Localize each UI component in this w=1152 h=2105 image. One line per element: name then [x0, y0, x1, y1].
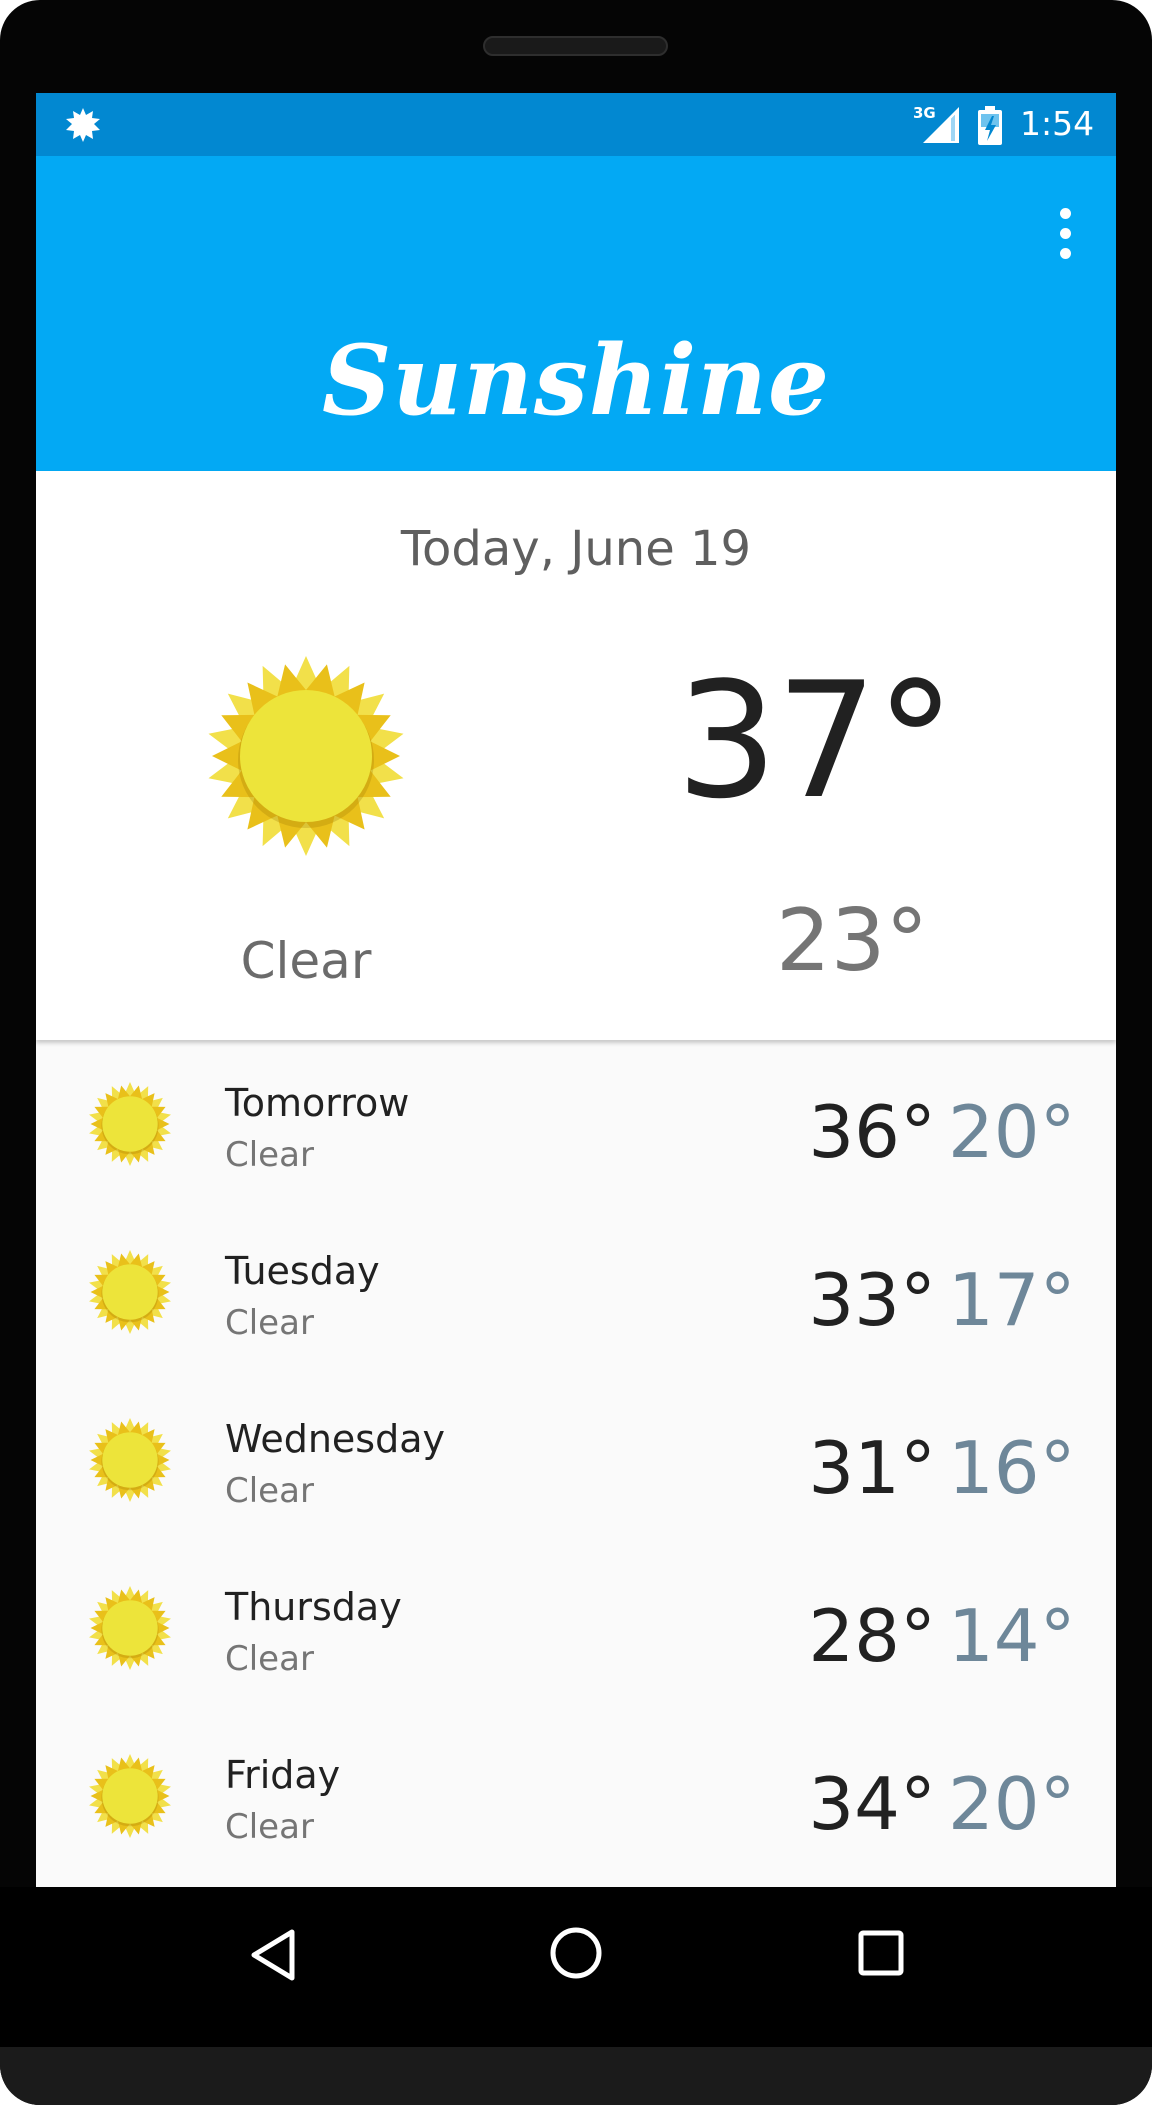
signal-icon	[923, 107, 959, 143]
sun-icon	[89, 1082, 171, 1166]
forecast-list: Tomorrow Clear 36° 20° Tuesday Clear 33°…	[36, 1040, 1116, 1887]
navigation-bar	[0, 1887, 1152, 2047]
app-logo: Sunshine	[321, 324, 831, 437]
phone-bottom-edge	[0, 2047, 1152, 2105]
clock: 1:54	[1020, 104, 1095, 143]
screen: 3G 1:54 Sunshine Today, June 19 Clear 37…	[36, 93, 1116, 1887]
forecast-day: Tomorrow	[225, 1081, 410, 1125]
sun-notification-icon	[66, 108, 100, 142]
forecast-row[interactable]: Friday Clear 34° 20°	[36, 1712, 1116, 1880]
forecast-day: Friday	[225, 1753, 341, 1797]
today-date: Today, June 19	[400, 521, 752, 577]
today-high-temp: 37°	[676, 647, 956, 834]
today-condition: Clear	[240, 932, 372, 990]
forecast-condition: Clear	[225, 1639, 314, 1679]
today-low-temp: 23°	[776, 891, 929, 991]
forecast-high-temp: 34°	[808, 1762, 936, 1846]
forecast-day: Tuesday	[225, 1249, 380, 1293]
sun-icon	[89, 1418, 171, 1502]
today-panel[interactable]: Today, June 19 Clear 37° 23°	[36, 471, 1116, 1040]
forecast-condition: Clear	[225, 1471, 314, 1511]
forecast-row[interactable]: Wednesday Clear 31° 16°	[36, 1376, 1116, 1544]
forecast-day: Wednesday	[225, 1417, 446, 1461]
back-icon[interactable]	[248, 1927, 300, 1983]
forecast-condition: Clear	[225, 1807, 314, 1847]
forecast-row[interactable]: Thursday Clear 28° 14°	[36, 1544, 1116, 1712]
forecast-low-temp: 20°	[948, 1090, 1076, 1174]
app-bar: Sunshine	[36, 156, 1116, 471]
forecast-high-temp: 36°	[808, 1090, 936, 1174]
forecast-low-temp: 14°	[948, 1594, 1076, 1678]
sun-icon	[208, 656, 404, 856]
sun-icon	[89, 1586, 171, 1670]
battery-charging-icon	[978, 106, 1002, 145]
forecast-day: Thursday	[225, 1585, 402, 1629]
speaker-grille	[483, 36, 668, 56]
forecast-condition: Clear	[225, 1135, 314, 1175]
forecast-row[interactable]: Tomorrow Clear 36° 20°	[36, 1040, 1116, 1208]
recents-icon[interactable]	[858, 1930, 904, 1976]
forecast-condition: Clear	[225, 1303, 314, 1343]
forecast-low-temp: 17°	[948, 1258, 1076, 1342]
status-bar: 3G 1:54	[36, 93, 1116, 156]
phone-frame: 3G 1:54 Sunshine Today, June 19 Clear 37…	[0, 0, 1152, 2105]
home-icon[interactable]	[548, 1925, 604, 1981]
forecast-high-temp: 28°	[808, 1594, 936, 1678]
sun-icon	[89, 1250, 171, 1334]
forecast-low-temp: 20°	[948, 1762, 1076, 1846]
forecast-low-temp: 16°	[948, 1426, 1076, 1510]
forecast-high-temp: 31°	[808, 1426, 936, 1510]
overflow-menu-icon[interactable]	[1046, 204, 1086, 264]
forecast-high-temp: 33°	[808, 1258, 936, 1342]
forecast-row[interactable]: Tuesday Clear 33° 17°	[36, 1208, 1116, 1376]
sun-icon	[89, 1754, 171, 1838]
